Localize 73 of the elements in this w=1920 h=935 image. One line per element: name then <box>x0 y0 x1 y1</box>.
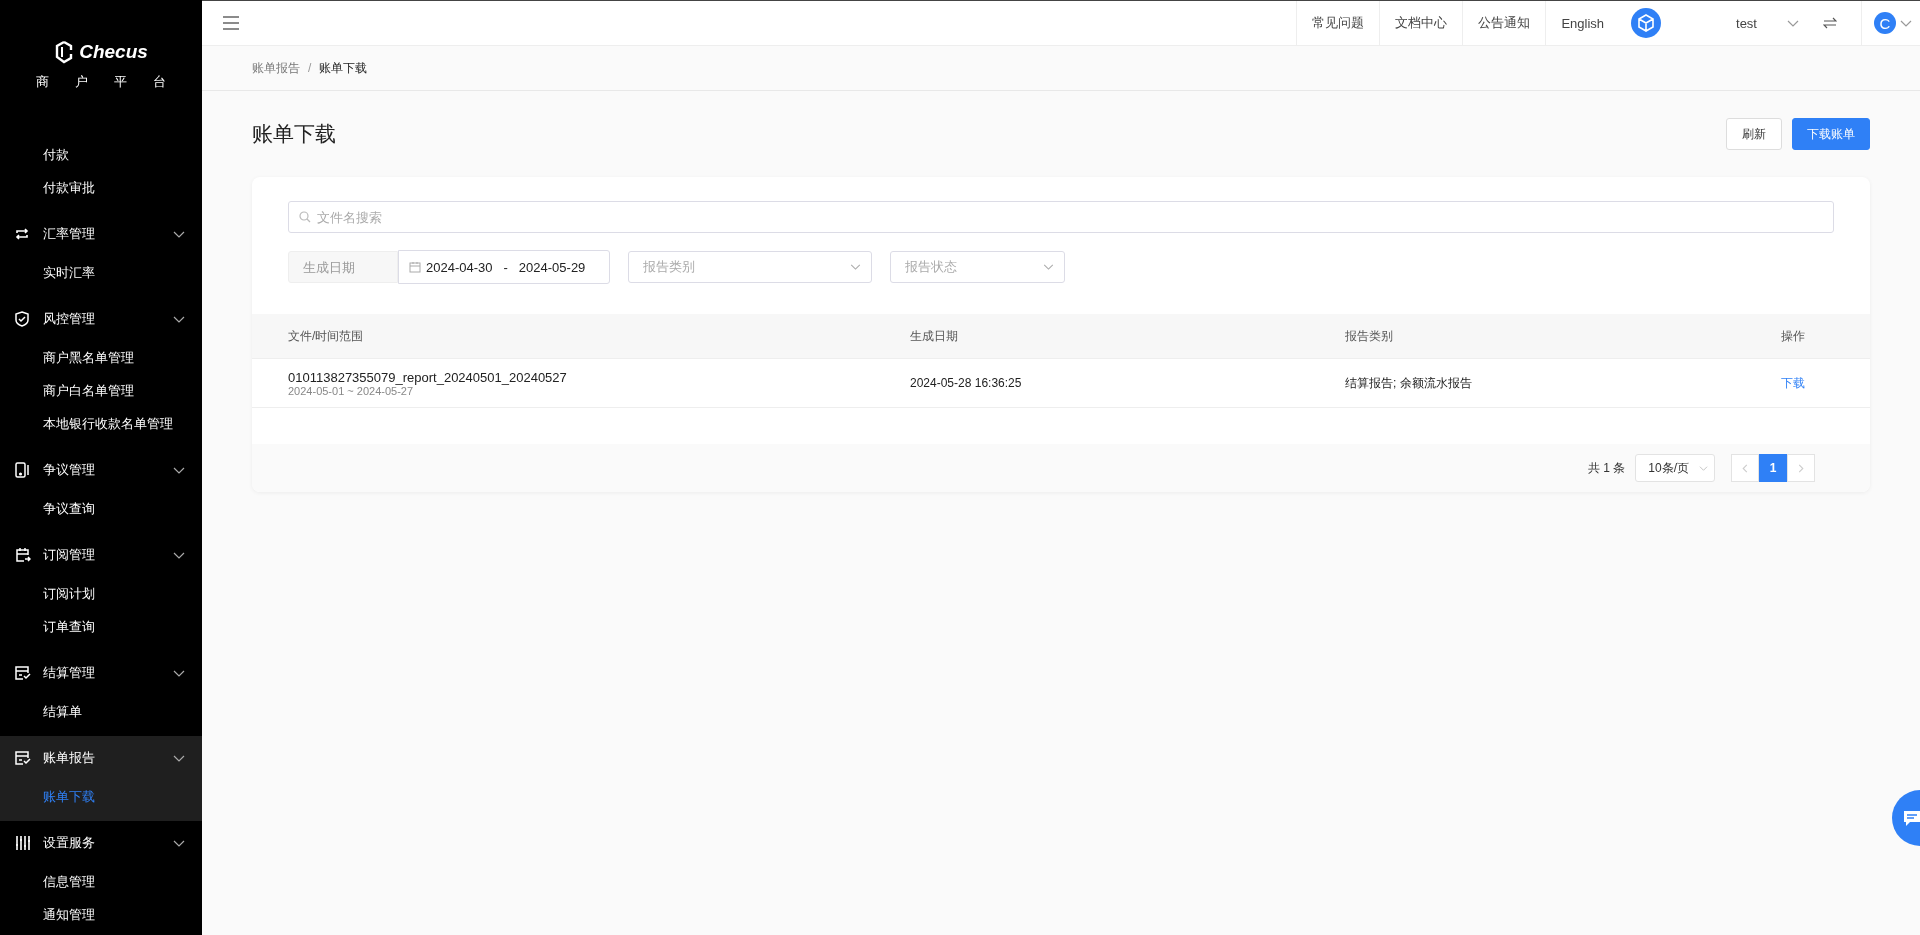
header-link[interactable]: 文档中心 <box>1379 1 1463 45</box>
calendar-arrow-icon <box>15 547 31 563</box>
menu-group-header[interactable]: 汇率管理 <box>0 212 202 256</box>
download-link[interactable]: 下载 <box>1781 375 1805 390</box>
menu-item[interactable]: 本地银行收款名单管理 <box>0 407 202 440</box>
logo-subtitle-char: 台 <box>153 73 166 91</box>
sliders-icon <box>15 835 31 851</box>
chevron-down-icon[interactable] <box>1787 19 1799 27</box>
menu-item[interactable]: 实时汇率 <box>0 256 202 289</box>
search-icon <box>299 211 311 223</box>
chat-icon <box>1902 808 1920 828</box>
menu-item[interactable]: 账单下载 <box>0 780 202 813</box>
chevron-down-icon <box>1699 465 1708 471</box>
table-cell-text: 2024-05-28 16:36:25 <box>910 376 1023 390</box>
document-check-icon <box>15 751 31 765</box>
total-count: 共 1 条 <box>1587 459 1626 477</box>
breadcrumb-separator: / <box>308 61 312 75</box>
logo-subtitle-char: 平 <box>114 73 127 91</box>
menu-item[interactable]: 付款审批 <box>0 171 202 204</box>
menu-group-header[interactable]: 账单报告 <box>0 736 202 780</box>
document-check-icon <box>15 666 31 680</box>
header-link[interactable]: 公告通知 <box>1462 1 1546 45</box>
logo-icon <box>54 40 75 64</box>
menu-item[interactable]: 订单查询 <box>0 610 202 643</box>
menu-item[interactable]: 争议查询 <box>0 492 202 525</box>
search-field[interactable]: 文件名搜索 <box>288 201 1834 233</box>
page-title: 账单下载 <box>252 121 336 147</box>
menu-item[interactable]: 信息管理 <box>0 865 202 898</box>
logo-text: Checus <box>79 41 148 63</box>
chevron-down-icon <box>850 264 861 270</box>
cube-icon <box>1631 8 1662 38</box>
breadcrumb-item: 账单下载 <box>319 59 368 77</box>
menu-group-header[interactable]: 结算管理 <box>0 651 202 695</box>
column-header: 生成日期 <box>910 327 959 345</box>
menu-group-header[interactable]: 风控管理 <box>0 297 202 341</box>
logo-subtitle-char: 商 <box>36 73 49 91</box>
refresh-button[interactable]: 刷新 <box>1726 118 1782 150</box>
breadcrumb-item[interactable]: 账单报告 <box>252 59 300 77</box>
exchange-icon <box>15 227 29 241</box>
header-link[interactable]: English <box>1545 1 1620 45</box>
file-name: 010113827355079_report_20240501_20240527 <box>288 369 568 385</box>
column-header: 操作 <box>1781 327 1806 345</box>
logo-subtitle-char: 户 <box>75 73 88 91</box>
column-header: 报告类别 <box>1345 327 1394 345</box>
menu-item[interactable]: 订阅计划 <box>0 577 202 610</box>
menu-group-header[interactable]: 订阅管理 <box>0 533 202 577</box>
phone-icon <box>15 462 29 478</box>
menu-group-header[interactable]: 争议管理 <box>0 448 202 492</box>
header-link[interactable]: 常见问题 <box>1296 1 1380 45</box>
menu-item[interactable]: 通知管理 <box>0 898 202 931</box>
shield-check-icon <box>15 311 29 327</box>
menu-item[interactable]: 结算单 <box>0 695 202 728</box>
chevron-down-icon <box>1043 264 1054 270</box>
chevron-left-icon <box>1742 463 1748 473</box>
menu-icon[interactable] <box>222 16 240 30</box>
chevron-down-icon[interactable] <box>1900 19 1912 27</box>
chevron-right-icon <box>1798 463 1804 473</box>
time-range: 2024-05-01 ~ 2024-05-27 <box>288 384 414 397</box>
date-label: 生成日期 <box>288 251 398 283</box>
swap-icon[interactable] <box>1823 17 1837 29</box>
menu-item[interactable]: 付款 <box>0 138 202 171</box>
account-name[interactable]: test <box>1736 15 1757 31</box>
user-avatar[interactable]: C <box>1874 12 1896 34</box>
date-range-field[interactable]: 2024-04-30 - 2024-05-29 <box>398 250 610 284</box>
menu-item[interactable]: 商户黑名单管理 <box>0 341 202 374</box>
menu-item[interactable]: 商户白名单管理 <box>0 374 202 407</box>
column-header: 文件/时间范围 <box>288 327 365 345</box>
page-size-select[interactable]: 10条/页 <box>1635 454 1715 482</box>
download-button[interactable]: 下载账单 <box>1792 118 1870 150</box>
page-button[interactable]: 1 <box>1759 454 1787 482</box>
calendar-icon <box>409 261 421 273</box>
menu-group-header[interactable]: 设置服务 <box>0 821 202 865</box>
table-cell-text: 结算报告; 余额流水报告 <box>1345 374 1473 392</box>
